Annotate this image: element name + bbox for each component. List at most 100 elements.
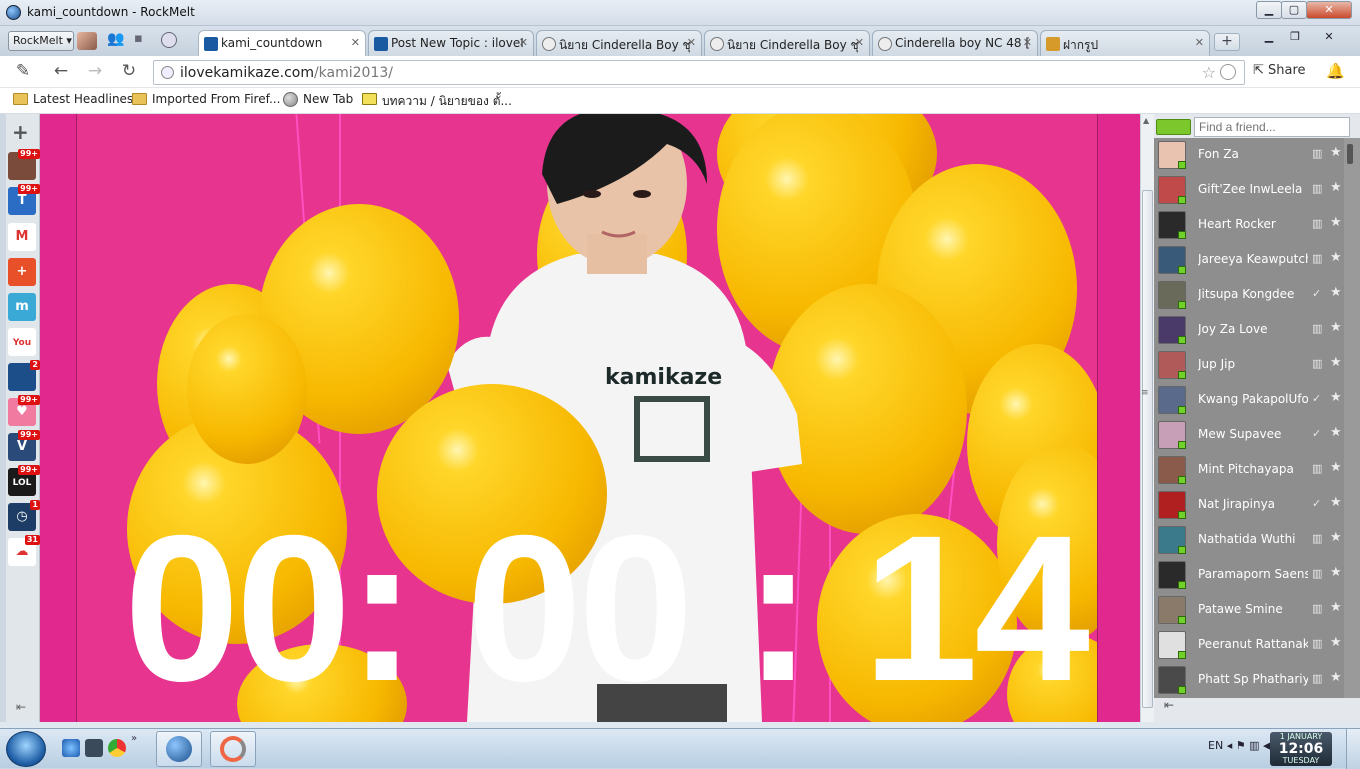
bookmark-thai-articles[interactable]: บทความ / นิยายของ ตั้... [362,92,512,111]
close-tab-icon[interactable]: ✕ [855,36,864,49]
tab-cinderella-boy-2[interactable]: นิยาย Cinderella Boy ชุ ✕ [704,30,870,56]
gift-icon[interactable]: ▥ [1312,462,1324,475]
rockmelt-menu-button[interactable]: RockMelt ▾ [8,31,74,51]
history-clock-icon[interactable] [1220,64,1236,80]
favorite-star-icon[interactable]: ★ [1330,530,1342,545]
action-center-flag-icon[interactable]: ⚑ [1236,739,1246,752]
friend-row[interactable]: Jitsupa Kongdee ✓ ★ [1154,278,1344,313]
minimize-button[interactable]: ▁ [1256,1,1282,19]
heart-app-icon[interactable]: ♥ 99+ [8,395,40,426]
tab-restore-icon[interactable]: ❐ [1282,29,1308,47]
m-app-icon[interactable]: m [8,293,36,321]
gift-icon[interactable]: ▥ [1312,637,1324,650]
bookmark-latest-headlines[interactable]: Latest Headlines [13,92,133,106]
plus-app-icon[interactable]: + [8,258,36,286]
favorite-star-icon[interactable]: ★ [1330,390,1342,405]
friend-row[interactable]: Fon Za ▥ ★ [1154,138,1344,173]
tab-upload-image[interactable]: ฝากรูป ✕ [1040,30,1210,56]
network-icon[interactable]: ▥ [1249,739,1259,752]
taskbar-clock[interactable]: 1 JANUARY 12:06 TUESDAY [1270,732,1332,766]
taskbar-second-app[interactable] [210,731,256,767]
favorite-star-icon[interactable]: ★ [1330,285,1342,300]
favorite-star-icon[interactable]: ★ [1330,460,1342,475]
reload-icon[interactable]: ↻ [118,62,140,82]
favorite-star-icon[interactable]: ★ [1330,565,1342,580]
friend-row[interactable]: Joy Za Love ▥ ★ [1154,313,1344,348]
bookmark-new-tab[interactable]: New Tab [283,92,353,107]
address-bar[interactable]: ilovekamikaze.com/kami2013/ ☆ [153,60,1245,85]
start-button[interactable] [6,731,46,767]
checkmark-icon[interactable]: ✓ [1312,427,1324,440]
globe-app-icon[interactable]: 2 [8,360,40,391]
gift-icon[interactable]: ▥ [1312,217,1324,230]
chat-app-icon[interactable]: ☁ 31 [8,535,40,566]
scroll-up-icon[interactable]: ▲ [1143,116,1149,125]
globe-icon[interactable] [161,32,177,48]
tab-cinderella-boy-1[interactable]: นิยาย Cinderella Boy ชุ ✕ [536,30,702,56]
favorite-star-icon[interactable]: ★ [1330,320,1342,335]
friend-row[interactable]: Heart Rocker ▥ ★ [1154,208,1344,243]
close-tab-icon[interactable]: ✕ [687,36,696,49]
friend-row[interactable]: Paramaporn Saens... ▥ ★ [1154,558,1344,593]
gift-icon[interactable]: ▥ [1312,602,1324,615]
chat-icon[interactable]: ▪ [134,31,152,49]
favorite-star-icon[interactable]: ★ [1330,670,1342,685]
friend-row[interactable]: Gift'Zee InwLeela ▥ ★ [1154,173,1344,208]
gift-icon[interactable]: ▥ [1312,357,1324,370]
find-friend-input[interactable] [1194,117,1350,137]
scrollbar-thumb[interactable] [1142,190,1153,708]
favorite-star-icon[interactable]: ★ [1330,145,1342,160]
page-info-globe-icon[interactable] [161,66,174,79]
favorite-star-icon[interactable]: ★ [1330,355,1342,370]
close-tab-icon[interactable]: ✕ [1195,36,1204,49]
url-text[interactable]: ilovekamikaze.com/kami2013/ [180,65,393,81]
favorite-star-icon[interactable]: ★ [1330,215,1342,230]
forward-button-icon[interactable]: → [84,62,106,82]
shield-app-icon[interactable]: V 99+ [8,430,40,461]
availability-status-toggle[interactable] [1156,119,1191,135]
page-scrollbar[interactable]: ▲ ≡ [1140,114,1154,722]
t-app-icon[interactable]: T 99+ [8,184,40,215]
resize-grip-icon[interactable]: ≡ [1141,388,1149,398]
friend-row[interactable]: Nathatida Wuthi ▥ ★ [1154,523,1344,558]
add-app-icon[interactable]: + [12,120,29,144]
new-tab-button[interactable]: + [1214,33,1240,51]
compose-icon[interactable]: ✎ [12,62,34,82]
favorite-star-icon[interactable]: ★ [1330,180,1342,195]
maximize-button[interactable]: ▢ [1281,1,1307,19]
youtube-icon[interactable]: You [8,328,36,356]
profile-avatar[interactable] [77,32,97,50]
friend-row[interactable]: Kwang PakapolUfo... ✓ ★ [1154,383,1344,418]
share-button[interactable]: ⇱ Share [1253,63,1306,78]
close-tab-icon[interactable]: ✕ [1023,36,1032,49]
notifications-bell-icon[interactable]: 🔔 [1326,62,1345,80]
internet-explorer-icon[interactable] [62,739,80,757]
photo-app-icon[interactable]: 99+ [8,149,40,180]
tray-expand-icon[interactable]: ◂ [1227,739,1236,752]
tab-minimize-icon[interactable]: ▁ [1256,29,1282,47]
gift-icon[interactable]: ▥ [1312,567,1324,580]
collapse-left-icon[interactable]: ⇤ [16,700,26,714]
favorite-star-icon[interactable]: ★ [1330,635,1342,650]
bookmark-star-icon[interactable]: ☆ [1202,63,1216,82]
friend-row[interactable]: Jup Jip ▥ ★ [1154,348,1344,383]
tab-close-icon[interactable]: ✕ [1316,29,1342,47]
gift-icon[interactable]: ▥ [1312,252,1324,265]
friend-row[interactable]: Nat Jirapinya ✓ ★ [1154,488,1344,523]
lol-app-icon[interactable]: LOL 99+ [8,465,40,496]
taskbar-rockmelt-app[interactable] [156,731,202,767]
friends-icon[interactable]: 👥 [107,31,124,49]
gift-icon[interactable]: ▥ [1312,672,1324,685]
bookmark-imported-from-firefox[interactable]: Imported From Firef... [132,92,280,106]
tab-kami-countdown[interactable]: kami_countdown ✕ [198,30,366,56]
gift-icon[interactable]: ▥ [1312,532,1324,545]
show-desktop-button[interactable] [1346,729,1360,769]
favorite-star-icon[interactable]: ★ [1330,600,1342,615]
gift-icon[interactable]: ▥ [1312,147,1324,160]
friend-row[interactable]: Patawe Smine ▥ ★ [1154,593,1344,628]
favorite-star-icon[interactable]: ★ [1330,425,1342,440]
friend-row[interactable]: Phatt Sp Phathariya ▥ ★ [1154,663,1344,698]
gift-icon[interactable]: ▥ [1312,182,1324,195]
tab-post-new-topic[interactable]: Post New Topic : iloveI ✕ [368,30,534,56]
overflow-chevron-icon[interactable]: » [131,733,141,751]
